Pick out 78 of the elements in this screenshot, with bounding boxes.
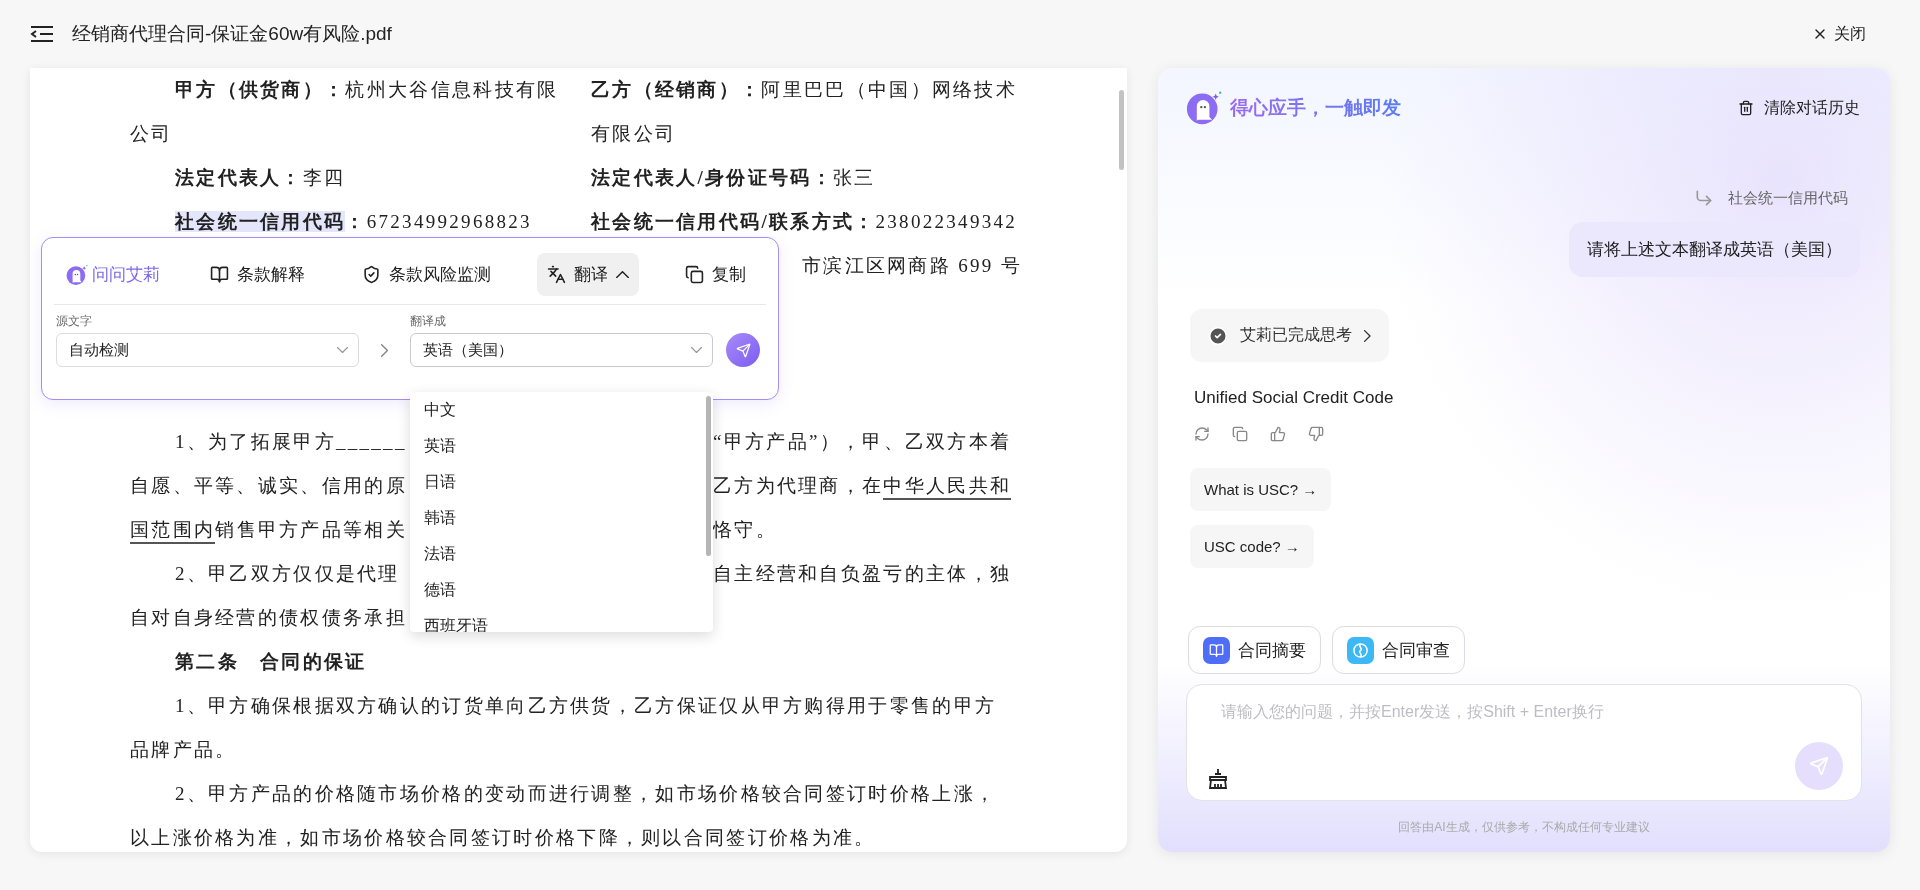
dropdown-option[interactable]: 西班牙语 [410, 608, 713, 632]
document-text: 自对自身经营的债权债务承担 [130, 606, 407, 630]
suggested-question[interactable]: What is USC? → [1190, 468, 1332, 511]
field-label: 翻译成 [410, 313, 447, 330]
dropdown-option[interactable]: 德语 [410, 572, 713, 608]
check-circle-icon [1208, 325, 1228, 346]
document-text: 恪守。 [713, 518, 777, 542]
dropdown-option[interactable]: 法语 [410, 536, 713, 572]
ask-assistant-button[interactable]: 问问艾莉 [62, 255, 164, 294]
toolbar-button[interactable]: 条款解释 [200, 253, 316, 296]
document-text: 1、甲方确保根据双方确认的订货单向乙方供货，乙方保证仅从甲方购得用于零售的甲方 [174, 694, 997, 718]
chevron-down-icon [337, 346, 348, 353]
scrollbar-thumb[interactable] [706, 396, 711, 556]
document-text: 社会统一信用代码/联系方式：238022349342 [591, 210, 1018, 234]
close-button[interactable]: 关闭 [1808, 19, 1870, 49]
send-icon [1809, 756, 1829, 776]
disclaimer: 回答由AI生成，仅供参考，不构成任何专业建议 [1397, 819, 1651, 836]
document-text: 市滨江区网商路 699 号 [802, 254, 1022, 278]
field-label: 源文字 [56, 313, 93, 330]
book-icon [1203, 636, 1230, 664]
thinking-status-button[interactable]: 艾莉已完成思考 [1190, 309, 1389, 362]
document-text: 公司 [130, 122, 173, 146]
reply-arrow-icon [1694, 188, 1714, 208]
quick-action-button[interactable]: 合同摘要 [1188, 626, 1321, 674]
document-text: 甲方（供货商）：杭州大谷信息科技有限 [174, 78, 559, 102]
toolbar-button[interactable]: 条款风险监测 [351, 253, 501, 296]
translate-icon [546, 265, 566, 284]
quick-action-button[interactable]: 合同审查 [1332, 626, 1465, 674]
copy-icon[interactable] [1232, 426, 1248, 442]
source-language-select[interactable]: 自动检测 [56, 333, 359, 367]
broom-icon[interactable] [1207, 768, 1229, 790]
document-text: 社会统一信用代码：67234992968823 [173, 210, 532, 234]
dropdown-option[interactable]: 韩语 [410, 500, 713, 536]
assistant-answer: Unified Social Credit Code [1194, 388, 1394, 408]
document-text: 自主经营和自负盈亏的主体，独 [713, 562, 1012, 586]
document-text: 有限公司 [591, 122, 677, 146]
shield-check-icon [361, 265, 381, 284]
chevron-right-icon [380, 343, 389, 357]
dropdown-option[interactable]: 中文 [410, 392, 713, 428]
dropdown-option[interactable]: 日语 [410, 464, 713, 500]
toolbar-button[interactable]: 复制 [675, 253, 756, 296]
menu-icon[interactable] [30, 25, 54, 43]
document-text: 国范围内销售甲方产品等相关 [130, 517, 407, 543]
quoted-text: 社会统一信用代码 [1728, 188, 1848, 208]
document-text: 法定代表人：李四 [174, 166, 346, 190]
document-text: 法定代表人/身份证号码：张三 [591, 166, 876, 190]
send-button[interactable] [726, 333, 760, 367]
document-text: 乙方（经销商）：阿里巴巴（中国）网络技术 [591, 78, 1017, 102]
document-text: 自愿、平等、诚实、信用的原 [130, 474, 407, 498]
book-icon [210, 265, 230, 284]
target-language-select[interactable]: 英语（美国） [410, 333, 713, 367]
copy-icon [685, 265, 704, 284]
thumbs-up-icon[interactable] [1270, 426, 1286, 442]
regenerate-icon[interactable] [1194, 426, 1210, 442]
ghost-logo-icon [1186, 90, 1222, 126]
document-text: “甲方产品”），甲、乙双方本着 [713, 430, 1012, 454]
trash-icon [1738, 100, 1754, 116]
question-input[interactable]: 请输入您的问题，并按Enter发送，按Shift + Enter换行 [1207, 699, 1843, 725]
document-text: 2、甲方产品的价格随市场价格的变动而进行调整，如市场价格较合同签订时价格上涨， [174, 782, 997, 806]
document-text: 以上涨价格为准，如市场价格较合同签订时价格下降，则以合同签订价格为准。 [130, 826, 876, 850]
toolbar-button[interactable]: 翻译 [536, 253, 639, 296]
scrollbar-thumb[interactable] [1119, 90, 1124, 170]
section-heading: 第二条 合同的保证 [174, 650, 367, 674]
clear-history-button[interactable]: 清除对话历史 [1738, 97, 1860, 119]
document-title: 经销商代理合同-保证金60w有风险.pdf [72, 22, 393, 46]
document-text: 1、为了拓展甲方______ [174, 430, 407, 454]
ghost-logo-icon [66, 263, 88, 286]
chevron-up-icon [615, 270, 629, 279]
user-message: 请将上述文本翻译成英语（美国） [1569, 222, 1860, 277]
dropdown-option[interactable]: 英语 [410, 428, 713, 464]
document-text: 2、甲乙双方仅仅是代理 [174, 562, 400, 586]
send-icon [735, 342, 751, 358]
chevron-down-icon [691, 346, 702, 353]
thumbs-down-icon[interactable] [1308, 426, 1324, 442]
chevron-right-icon [1364, 329, 1371, 342]
suggested-question[interactable]: USC code? → [1190, 525, 1314, 568]
document-text: 乙方为代理商，在中华人民共和 [713, 473, 1012, 499]
document-text: 品牌产品。 [130, 738, 237, 762]
